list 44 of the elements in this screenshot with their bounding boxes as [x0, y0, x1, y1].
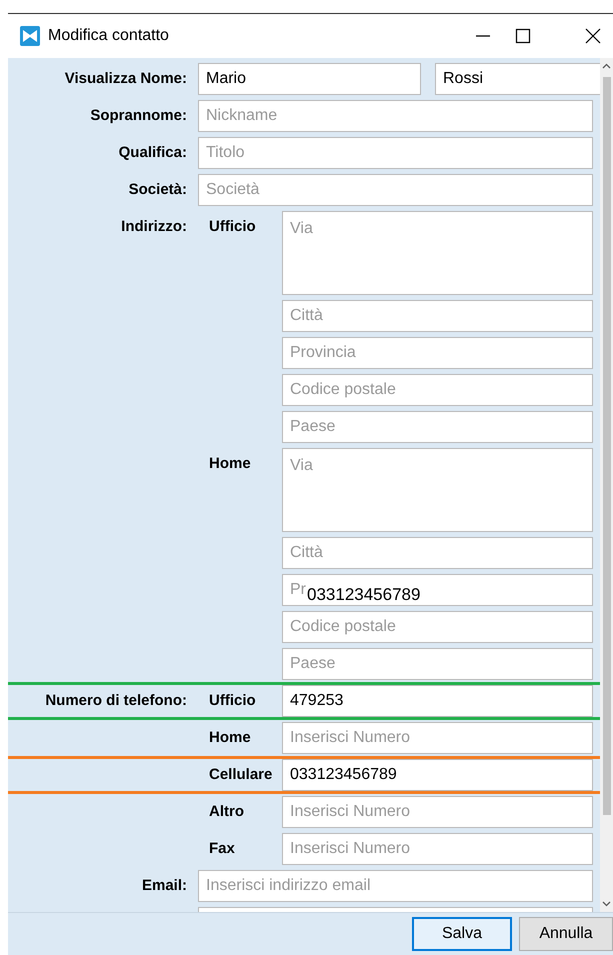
phone-field[interactable]: Inserisci Numero — [282, 833, 593, 865]
address-field[interactable]: Provincia — [282, 337, 593, 369]
field-label: Numero di telefono: — [45, 691, 188, 711]
phone-field[interactable]: 479253 — [282, 685, 593, 717]
phone-field[interactable]: Inserisci Numero — [282, 796, 593, 828]
text-field[interactable]: Titolo — [198, 137, 593, 169]
dialog-button[interactable]: Salva — [412, 917, 512, 951]
address-field[interactable]: Codice postale — [282, 374, 593, 406]
address-field[interactable]: Codice postale — [282, 611, 593, 643]
field-label: Qualifica: — [118, 143, 188, 163]
scrollbar[interactable] — [600, 58, 613, 912]
field-label: Soprannome: — [90, 106, 188, 126]
scroll-up-icon[interactable] — [602, 62, 611, 71]
sub-label: Home — [208, 728, 251, 748]
sub-label: Cellulare — [208, 765, 272, 785]
phone-field[interactable]: 033123456789 — [282, 759, 593, 791]
text-field[interactable]: Società — [198, 174, 593, 206]
phone-field[interactable]: Inserisci Numero — [282, 722, 593, 754]
field-label: Email: — [142, 876, 188, 896]
sub-label: Ufficio — [208, 217, 256, 237]
street-field[interactable]: Via — [282, 211, 593, 295]
text-field[interactable]: Nickname — [198, 100, 593, 132]
email-field[interactable]: Inserisci indirizzo email — [198, 870, 593, 902]
maximize-icon[interactable] — [515, 28, 531, 44]
field-label: Visualizza Nome: — [64, 69, 188, 89]
dragged-text: 033123456789 — [307, 585, 420, 605]
sub-label: Home — [208, 454, 251, 474]
sub-label: Fax — [208, 839, 235, 859]
address-field[interactable]: Città — [282, 300, 593, 332]
address-field[interactable]: Paese — [282, 411, 593, 443]
scroll-down-icon[interactable] — [602, 899, 611, 908]
sub-label: Altro — [208, 802, 244, 822]
last-name-field[interactable]: Rossi — [435, 63, 600, 95]
address-field[interactable]: Paese — [282, 648, 593, 680]
street-field[interactable]: Via — [282, 448, 593, 532]
field-label: Indirizzo: — [121, 217, 188, 237]
first-name-field[interactable]: Mario — [198, 63, 421, 95]
dialog-button[interactable]: Annulla — [519, 917, 613, 951]
sub-label: Ufficio — [208, 691, 256, 711]
app-icon — [20, 26, 40, 46]
close-icon[interactable] — [585, 28, 601, 44]
field-label: Società: — [128, 180, 188, 200]
window-title: Modifica contatto — [48, 27, 169, 45]
address-field[interactable]: Città — [282, 537, 593, 569]
